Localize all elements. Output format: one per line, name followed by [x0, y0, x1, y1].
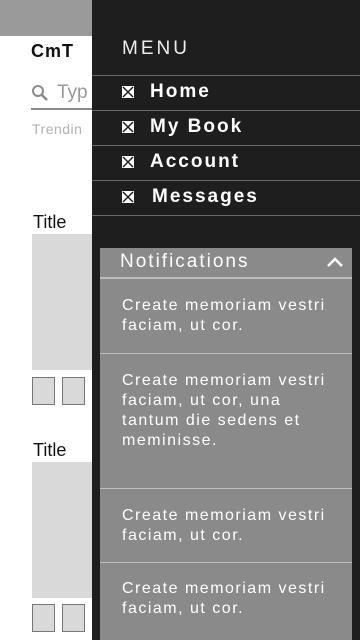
notifications-header[interactable]: Notifications	[100, 248, 352, 278]
image-placeholder-icon	[122, 121, 134, 133]
chevron-up-icon[interactable]	[326, 256, 344, 268]
search-icon	[32, 85, 48, 101]
menu-item-label: Account	[150, 151, 240, 172]
image-placeholder-icon	[122, 191, 134, 203]
notification-text: Create memoriam vestri faciam, ut cor, u…	[122, 372, 326, 449]
card-thumbnail[interactable]	[62, 377, 85, 405]
notification-item[interactable]: Create memoriam vestri faciam, ut cor.	[100, 488, 352, 562]
notifications-panel: Notifications Create memoriam vestri fac…	[100, 248, 352, 640]
card-thumbnail[interactable]	[32, 377, 55, 405]
menu-title: MENU	[122, 38, 190, 59]
trending-label: Trendin	[32, 121, 83, 137]
menu-item-home[interactable]: Home	[92, 75, 360, 110]
menu-item-messages[interactable]: Messages	[92, 180, 360, 216]
card-title: Title	[33, 212, 67, 232]
menu-item-account[interactable]: Account	[92, 145, 360, 180]
notification-item[interactable]: Create memoriam vestri faciam, ut cor.	[100, 562, 352, 640]
menu-item-label: Messages	[152, 186, 259, 207]
menu-item-label: Home	[150, 81, 211, 102]
menu-item-my-book[interactable]: My Book	[92, 110, 360, 145]
notification-text: Create memoriam vestri faciam, ut cor.	[122, 507, 326, 544]
card-title: Title	[33, 440, 67, 460]
notification-item[interactable]: Create memoriam vestri faciam, ut cor.	[100, 278, 352, 353]
search-input[interactable]: Typ	[57, 82, 88, 104]
card-thumbnail[interactable]	[32, 604, 55, 632]
card-thumbnail[interactable]	[62, 604, 85, 632]
notification-text: Create memoriam vestri faciam, ut cor.	[122, 580, 326, 617]
image-placeholder-icon	[122, 156, 134, 168]
notification-text: Create memoriam vestri faciam, ut cor.	[122, 297, 326, 334]
menu-item-label: My Book	[150, 116, 244, 137]
notifications-title: Notifications	[120, 251, 250, 272]
brand-logo[interactable]: CmT	[31, 41, 74, 62]
notification-item[interactable]: Create memoriam vestri faciam, ut cor, u…	[100, 353, 352, 488]
image-placeholder-icon	[122, 86, 134, 98]
